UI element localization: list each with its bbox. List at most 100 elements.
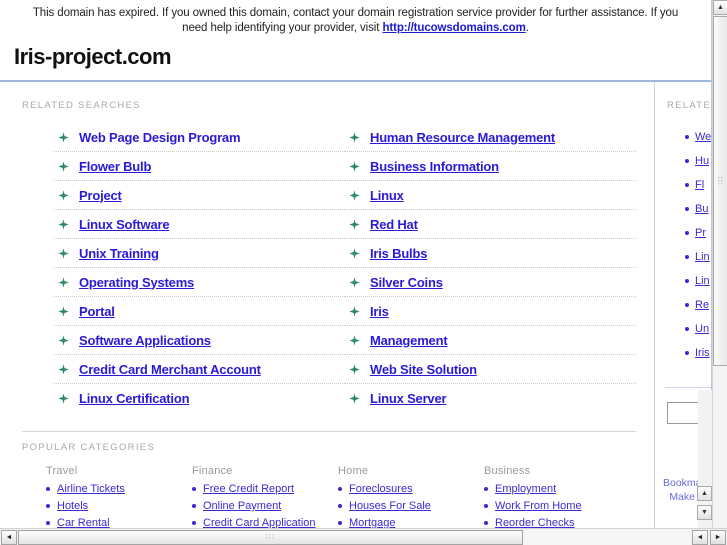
related-search-link[interactable]: Project [79,188,122,203]
category-list-item[interactable]: Houses For Sale [338,500,484,512]
related-search-item[interactable]: Linux [345,181,636,210]
sidebar-list-item[interactable]: Iris [685,341,711,365]
sidebar-list-item[interactable]: Fl [685,173,711,197]
related-search-link[interactable]: Management [370,333,448,348]
category-list-item[interactable]: Free Credit Report [192,483,338,495]
browser-viewport: This domain has expired. If you owned th… [0,0,727,545]
sidebar-list-item[interactable]: Re [685,293,711,317]
related-search-link[interactable]: Portal [79,304,115,319]
related-search-item[interactable]: Linux Software [54,210,345,239]
category-link[interactable]: Credit Card Application [203,517,316,528]
sidebar-list-item[interactable]: Lin [685,245,711,269]
sidebar-list-item[interactable]: We [685,125,711,149]
category-link[interactable]: Online Payment [203,500,281,512]
related-search-item[interactable]: Human Resource Management [345,123,636,152]
scroll-left-button[interactable]: ◄ [1,529,17,545]
category-list-item[interactable]: Credit Card Application [192,517,338,528]
sidebar-link[interactable]: Hu [695,155,709,167]
category-heading: Home [338,465,369,477]
related-search-item[interactable]: Credit Card Merchant Account [54,355,345,384]
horizontal-scrollbar-thumb[interactable] [18,529,523,545]
related-search-item[interactable]: Web Site Solution [345,355,636,384]
category-link[interactable]: Houses For Sale [349,500,431,512]
sidebar-list-item[interactable]: Pr [685,221,711,245]
sidebar-link[interactable]: Lin [695,251,710,263]
related-search-link[interactable]: Red Hat [370,217,418,232]
category-link[interactable]: Employment [495,483,556,495]
related-search-item[interactable]: Web Page Design Program [54,123,345,152]
category-list-item[interactable]: Reorder Checks [484,517,630,528]
related-search-link[interactable]: Silver Coins [370,275,443,290]
bullet-icon [685,255,689,259]
category-link[interactable]: Airline Tickets [57,483,125,495]
category-list-item[interactable]: Foreclosures [338,483,484,495]
category-link[interactable]: Foreclosures [349,483,413,495]
vertical-scrollbar[interactable]: ▲ [712,0,727,530]
sidebar-link[interactable]: Lin [695,275,710,287]
scroll-up-button[interactable]: ▲ [713,0,727,15]
inner-scroll-down-button[interactable]: ▼ [697,505,712,520]
sidebar-list-item[interactable]: Lin [685,269,711,293]
category-list-item[interactable]: Car Rental [46,517,192,528]
category-list-item[interactable]: Work From Home [484,500,630,512]
category-link[interactable]: Free Credit Report [203,483,294,495]
related-search-link[interactable]: Iris Bulbs [370,246,427,261]
related-search-link[interactable]: Iris [370,304,389,319]
category-list-item[interactable]: Hotels [46,500,192,512]
related-search-item[interactable]: Iris Bulbs [345,239,636,268]
related-search-item[interactable]: Silver Coins [345,268,636,297]
sidebar-link[interactable]: We [695,131,711,143]
related-search-item[interactable]: Red Hat [345,210,636,239]
related-search-link[interactable]: Linux Certification [79,391,190,406]
category-list-item[interactable]: Employment [484,483,630,495]
sidebar-link[interactable]: Bu [695,203,708,215]
related-search-link[interactable]: Software Applications [79,333,211,348]
related-search-item[interactable]: Iris [345,297,636,326]
related-search-item[interactable]: Management [345,326,636,355]
horizontal-scrollbar-track[interactable] [523,529,691,545]
horizontal-scrollbar[interactable]: ◄ ◄ ► [0,528,727,545]
category-list-item[interactable]: Mortgage [338,517,484,528]
sidebar-list-item[interactable]: Hu [685,149,711,173]
sidebar-link[interactable]: Pr [695,227,706,239]
category-link[interactable]: Hotels [57,500,88,512]
related-search-item[interactable]: Portal [54,297,345,326]
related-search-item[interactable]: Linux Server [345,384,636,413]
category-list-item[interactable]: Airline Tickets [46,483,192,495]
related-search-link[interactable]: Operating Systems [79,275,194,290]
related-search-link[interactable]: Web Page Design Program [79,130,241,145]
related-search-item[interactable]: Linux Certification [54,384,345,413]
related-search-link[interactable]: Flower Bulb [79,159,151,174]
sidebar-list-item[interactable]: Bu [685,197,711,221]
category-list-item[interactable]: Online Payment [192,500,338,512]
scroll-right-button[interactable]: ► [710,529,726,545]
sidebar-link[interactable]: Re [695,299,709,311]
category-link[interactable]: Car Rental [57,517,110,528]
vertical-scrollbar-thumb[interactable] [713,16,727,366]
related-search-link[interactable]: Credit Card Merchant Account [79,362,261,377]
related-search-item[interactable]: Flower Bulb [54,152,345,181]
category-link[interactable]: Reorder Checks [495,517,574,528]
related-search-link[interactable]: Unix Training [79,246,159,261]
sidebar-list-item[interactable]: Un [685,317,711,341]
related-search-item[interactable]: Software Applications [54,326,345,355]
related-search-item[interactable]: Project [54,181,345,210]
sidebar-link[interactable]: Iris [695,347,710,359]
sidebar-link[interactable]: Un [695,323,709,335]
related-search-item[interactable]: Operating Systems [54,268,345,297]
related-search-item[interactable]: Unix Training [54,239,345,268]
category-link[interactable]: Work From Home [495,500,582,512]
related-search-link[interactable]: Linux Software [79,217,170,232]
related-search-link[interactable]: Linux Server [370,391,447,406]
inner-scroll-up-button[interactable]: ▲ [697,486,712,501]
scroll-left-button-2[interactable]: ◄ [692,529,708,545]
related-search-link[interactable]: Human Resource Management [370,130,555,145]
sidebar-link[interactable]: Fl [695,179,704,191]
tucows-domains-link[interactable]: http://tucowsdomains.com [382,22,525,34]
related-search-link[interactable]: Business Information [370,159,499,174]
inner-vertical-scrollbar[interactable]: ▲ ▼ [697,390,712,529]
related-search-link[interactable]: Linux [370,188,404,203]
related-search-item[interactable]: Business Information [345,152,636,181]
related-search-link[interactable]: Web Site Solution [370,362,477,377]
category-link[interactable]: Mortgage [349,517,395,528]
